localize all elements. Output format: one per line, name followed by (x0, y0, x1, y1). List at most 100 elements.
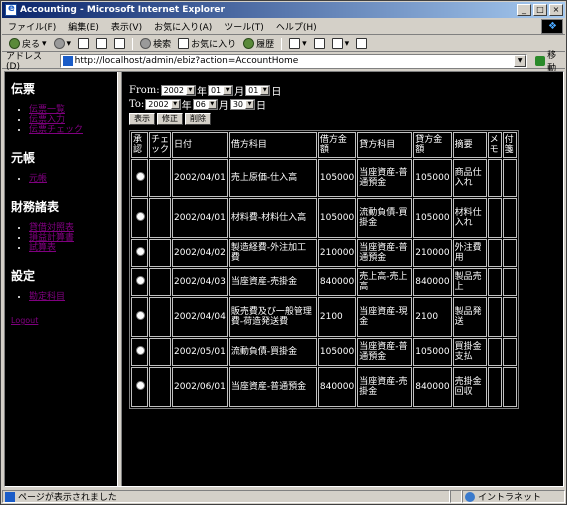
from-date-row: From: 2002 ▼ 年 01 ▼ 月 01 ▼ 日 (129, 84, 563, 98)
frame-divider[interactable] (117, 72, 122, 486)
forward-button[interactable]: ▾ (51, 38, 75, 49)
edit-button[interactable]: ▾ (329, 38, 353, 49)
home-button[interactable] (111, 38, 128, 49)
stop-button[interactable] (75, 38, 92, 49)
year-unit: 年 (196, 87, 207, 98)
status-text: ページが表示されました (18, 493, 117, 503)
dropdown-arrow-icon: ▼ (170, 100, 180, 109)
to-month-select[interactable]: 06 ▼ (192, 99, 218, 110)
credit-account-cell: 当座資産-現金 (357, 297, 413, 337)
row-select-radio[interactable] (136, 172, 145, 181)
memo-cell (487, 297, 502, 337)
link-accounts[interactable]: 勘定科目 (29, 292, 65, 302)
minimize-button[interactable]: _ (517, 4, 531, 16)
link-balance-sheet[interactable]: 貸借対照表 (29, 223, 74, 233)
address-input[interactable]: http://localhost/admin/ebiz?action=Accou… (59, 53, 528, 68)
table-row: 2002/04/01 材料費-材料仕入高 105000 流動負債-買掛金 105000 材… (131, 198, 517, 238)
print-button[interactable] (311, 38, 328, 49)
summary-cell: 売掛金回収 (452, 367, 487, 407)
home-icon (114, 38, 126, 49)
table-row: 2002/04/03 当座資産-売掛金 840000 売上高-売上高 840000 製品売… (131, 268, 517, 296)
date-cell: 2002/04/04 (172, 297, 228, 337)
col-summary: 摘要 (452, 132, 487, 158)
memo-cell (487, 338, 502, 366)
row-select-radio[interactable] (136, 212, 145, 221)
go-arrow-icon (535, 55, 546, 66)
address-dropdown-icon[interactable]: ▼ (514, 54, 527, 67)
logout-link[interactable]: Logout (11, 316, 117, 325)
credit-amount-cell: 840000 (413, 268, 452, 296)
section-title-ledger: 元帳 (11, 151, 36, 165)
date-cell: 2002/04/03 (172, 268, 228, 296)
from-year-select[interactable]: 2002 ▼ (160, 85, 196, 96)
list-item: 元帳 (29, 174, 117, 184)
link-voucher-entry[interactable]: 伝票入力 (29, 115, 65, 125)
row-select-radio[interactable] (136, 247, 145, 256)
summary-cell: 製品売上 (452, 268, 487, 296)
credit-account-cell: 当座資産-普通預金 (357, 338, 413, 366)
from-month-select[interactable]: 01 ▼ (207, 85, 234, 96)
back-dropdown-icon[interactable]: ▾ (42, 39, 47, 49)
to-month-value: 06 (195, 100, 206, 109)
favorites-button[interactable]: お気に入り (175, 37, 239, 50)
go-button[interactable]: 移動 (535, 48, 565, 74)
search-button[interactable]: 検索 (137, 37, 174, 50)
to-year-select[interactable]: 2002 ▼ (145, 99, 181, 110)
row-select-radio[interactable] (136, 381, 145, 390)
list-item: 勘定科目 (29, 292, 117, 302)
maximize-button[interactable]: □ (533, 4, 547, 16)
to-day-select[interactable]: 30 ▼ (229, 99, 256, 110)
row-select-radio[interactable] (136, 311, 145, 320)
page-done-icon (5, 491, 15, 502)
status-pane-empty (450, 490, 462, 503)
menu-favorites[interactable]: お気に入り(A) (148, 20, 218, 33)
from-day-value: 01 (248, 86, 259, 95)
menu-tools[interactable]: ツール(T) (218, 20, 270, 33)
row-select-radio[interactable] (136, 276, 145, 285)
col-debit-account: 借方科目 (228, 132, 317, 158)
link-trial-balance[interactable]: 試算表 (29, 243, 56, 253)
row-select-radio[interactable] (136, 346, 145, 355)
tag-cell (502, 239, 517, 267)
approve-cell (131, 198, 148, 238)
menu-view[interactable]: 表示(V) (105, 20, 148, 33)
tag-cell (502, 159, 517, 197)
title-bar[interactable]: Accounting - Microsoft Internet Explorer… (2, 2, 565, 18)
forward-dropdown-icon[interactable]: ▾ (67, 39, 72, 49)
discuss-button[interactable] (353, 38, 370, 49)
dropdown-arrow-icon: ▼ (260, 86, 270, 95)
approve-cell (131, 297, 148, 337)
link-voucher-check[interactable]: 伝票チェック (29, 125, 83, 135)
dropdown-arrow-icon: ▼ (185, 86, 195, 95)
menu-help[interactable]: ヘルプ(H) (270, 20, 323, 33)
refresh-button[interactable] (93, 38, 110, 49)
tag-cell (502, 268, 517, 296)
edit-dropdown-icon[interactable]: ▾ (345, 39, 350, 49)
summary-cell: 買掛金支払 (452, 338, 487, 366)
back-arrow-icon (9, 38, 20, 49)
day-unit: 日 (256, 101, 267, 112)
show-button[interactable]: 表示 (129, 113, 155, 125)
menu-file[interactable]: ファイル(F) (2, 20, 62, 33)
list-item: 試算表 (29, 243, 117, 253)
ie-throbber-logo (541, 19, 563, 34)
link-income-statement[interactable]: 損益計算書 (29, 233, 74, 243)
close-button[interactable]: × (549, 4, 563, 16)
status-text-pane: ページが表示されました (2, 490, 450, 503)
toolbar-separator (132, 37, 134, 50)
menu-edit[interactable]: 編集(E) (62, 20, 105, 33)
table-row: 2002/04/02 製造経費-外注加工費 210000 当座資産-普通預金 21000… (131, 239, 517, 267)
link-voucher-list[interactable]: 伝票一覧 (29, 105, 65, 115)
page-content: 伝票 伝票一覧 伝票入力 伝票チェック 元帳 元帳 財務諸表 貸借対照表 損益計… (4, 71, 564, 487)
from-day-select[interactable]: 01 ▼ (245, 85, 271, 96)
credit-amount-cell: 840000 (413, 367, 452, 407)
col-approve: 承認 (131, 132, 148, 158)
edit-button[interactable]: 修正 (157, 113, 183, 125)
mail-button[interactable]: ▾ (286, 38, 310, 49)
mail-dropdown-icon[interactable]: ▾ (302, 39, 307, 49)
table-row: 2002/05/01 流動負債-買掛金 105000 当座資産-普通預金 105000 買… (131, 338, 517, 366)
delete-button[interactable]: 削除 (185, 113, 211, 125)
history-button[interactable]: 履歴 (240, 37, 277, 50)
link-ledger[interactable]: 元帳 (29, 174, 47, 184)
ie-icon (5, 3, 17, 16)
